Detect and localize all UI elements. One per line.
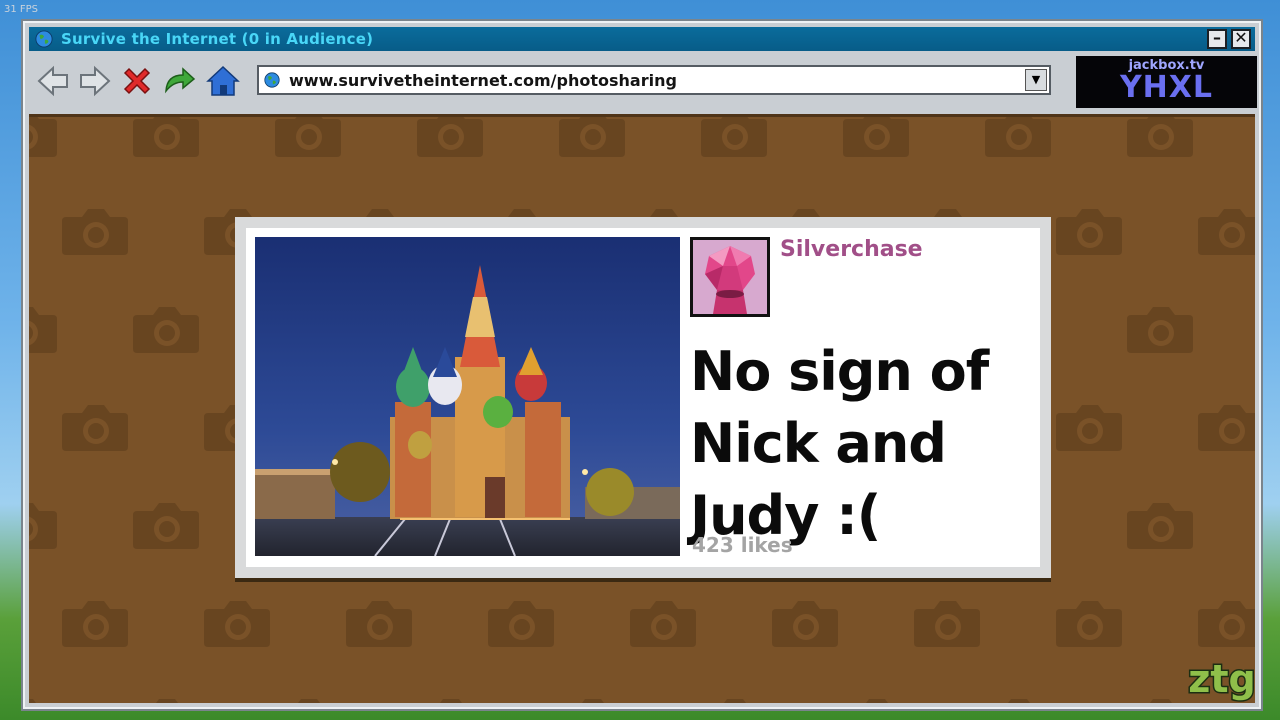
globe-icon xyxy=(264,72,280,88)
gem-avatar-icon xyxy=(705,246,755,314)
likes-count: 423 likes xyxy=(692,533,793,557)
minimize-button[interactable]: – xyxy=(1207,29,1227,49)
camera-pattern-icon xyxy=(1125,499,1195,551)
post-caption: No sign of Nick and Judy :( xyxy=(690,340,989,547)
camera-pattern-icon xyxy=(131,499,201,551)
cathedral-at-night-image xyxy=(255,237,680,556)
page-content: Silverchase No sign of Nick and Judy :( … xyxy=(29,114,1255,703)
camera-pattern-icon xyxy=(131,695,201,703)
camera-pattern-icon xyxy=(60,205,130,257)
browser-window: Survive the Internet (0 in Audience) – ✕… xyxy=(23,21,1261,709)
camera-pattern-icon xyxy=(273,695,343,703)
camera-pattern-icon xyxy=(699,695,769,703)
camera-pattern-icon xyxy=(770,597,840,649)
camera-pattern-icon xyxy=(415,117,485,159)
globe-icon xyxy=(35,30,53,48)
stop-x-icon[interactable] xyxy=(119,63,155,99)
camera-pattern-icon xyxy=(1125,117,1195,159)
close-button[interactable]: ✕ xyxy=(1231,29,1251,49)
camera-pattern-icon xyxy=(1196,401,1255,453)
camera-pattern-icon xyxy=(557,695,627,703)
camera-pattern-icon xyxy=(415,695,485,703)
camera-pattern-icon xyxy=(60,401,130,453)
camera-pattern-icon xyxy=(912,597,982,649)
camera-pattern-icon xyxy=(29,499,59,551)
room-code: YHXL xyxy=(1119,70,1214,105)
camera-pattern-icon xyxy=(983,117,1053,159)
camera-pattern-icon xyxy=(486,597,556,649)
post-username[interactable]: Silverchase xyxy=(780,237,923,262)
fps-counter: 31 FPS xyxy=(4,4,39,15)
refresh-icon[interactable] xyxy=(161,63,197,99)
camera-pattern-icon xyxy=(29,117,59,159)
camera-pattern-icon xyxy=(699,117,769,159)
camera-pattern-icon xyxy=(1196,597,1255,649)
camera-pattern-icon xyxy=(1196,205,1255,257)
title-bar: Survive the Internet (0 in Audience) – ✕ xyxy=(29,27,1255,51)
camera-pattern-icon xyxy=(273,117,343,159)
camera-pattern-icon xyxy=(1054,401,1124,453)
window-title: Survive the Internet (0 in Audience) xyxy=(61,30,374,48)
back-arrow-icon[interactable] xyxy=(35,63,71,99)
home-icon[interactable] xyxy=(205,63,241,99)
forward-arrow-icon[interactable] xyxy=(77,63,113,99)
camera-pattern-icon xyxy=(202,597,272,649)
camera-pattern-icon xyxy=(1054,205,1124,257)
camera-pattern-icon xyxy=(344,597,414,649)
camera-pattern-icon xyxy=(841,117,911,159)
camera-pattern-icon xyxy=(983,695,1053,703)
camera-pattern-icon xyxy=(557,117,627,159)
camera-pattern-icon xyxy=(29,695,59,703)
photo-post: Silverchase No sign of Nick and Judy :( … xyxy=(235,217,1051,578)
camera-pattern-icon xyxy=(29,303,59,355)
ztg-watermark-logo: ztg xyxy=(1187,656,1257,703)
camera-pattern-icon xyxy=(131,117,201,159)
camera-pattern-icon xyxy=(841,695,911,703)
camera-pattern-icon xyxy=(131,303,201,355)
svg-text:ztg: ztg xyxy=(1188,657,1255,701)
post-body: Silverchase No sign of Nick and Judy :( … xyxy=(246,228,1040,567)
camera-pattern-icon xyxy=(60,597,130,649)
camera-pattern-icon xyxy=(1125,303,1195,355)
navigation-bar: www.survivetheinternet.com/photosharing … xyxy=(29,55,1257,109)
chevron-down-icon[interactable]: ▼ xyxy=(1025,69,1047,91)
room-code-box: jackbox.tv YHXL xyxy=(1076,56,1257,108)
camera-pattern-icon xyxy=(1054,597,1124,649)
camera-pattern-icon xyxy=(628,597,698,649)
avatar xyxy=(690,237,770,317)
url-text[interactable]: www.survivetheinternet.com/photosharing xyxy=(289,71,677,90)
address-bar[interactable]: www.survivetheinternet.com/photosharing … xyxy=(257,65,1051,95)
